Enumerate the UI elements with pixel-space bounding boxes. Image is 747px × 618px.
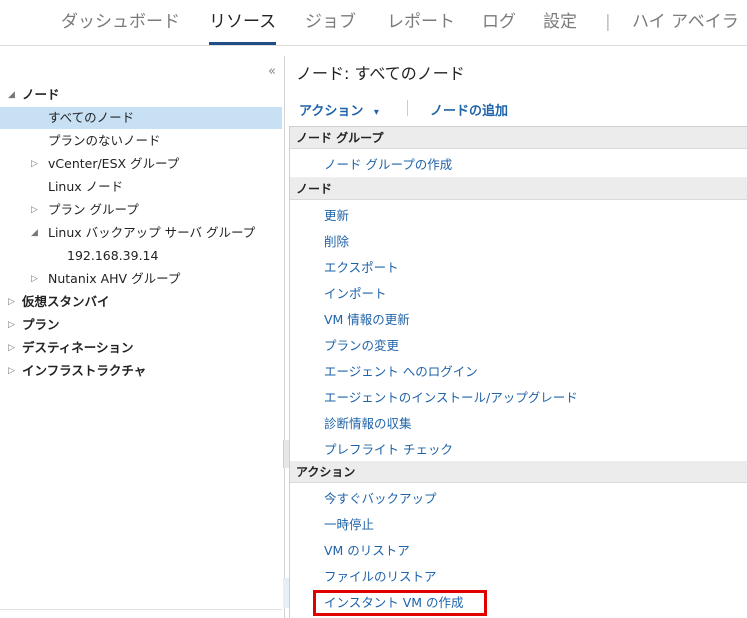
- tab-settings[interactable]: 設定: [543, 6, 577, 38]
- collapsed-triangle-icon[interactable]: ▷: [31, 153, 38, 175]
- tab-jobs[interactable]: ジョブ: [305, 6, 356, 38]
- tab-resources[interactable]: リソース: [209, 6, 277, 45]
- menu-item-backup-now[interactable]: 今すぐバックアップ: [324, 487, 437, 511]
- menu-item-change-plan[interactable]: プランの変更: [324, 334, 399, 358]
- toolbar-divider: [407, 100, 408, 116]
- tree-item-virtual-standby[interactable]: ▷ 仮想スタンバイ: [0, 291, 282, 313]
- menu-item-refresh[interactable]: 更新: [324, 204, 349, 228]
- menu-item-collect-diagnostics[interactable]: 診断情報の収集: [324, 412, 412, 436]
- menu-item-export[interactable]: エクスポート: [324, 256, 399, 280]
- collapse-panel-icon[interactable]: «: [268, 64, 276, 79]
- tree-item-nutanix-ahv-group[interactable]: ▷ Nutanix AHV グループ: [0, 268, 282, 290]
- menu-item-restore-files[interactable]: ファイルのリストア: [324, 565, 437, 589]
- tab-reports[interactable]: レポート: [387, 6, 455, 38]
- collapsed-triangle-icon[interactable]: ▷: [8, 314, 15, 336]
- menu-item-preflight-check[interactable]: プレフライト チェック: [324, 438, 453, 462]
- tree-item-nodes-without-plan[interactable]: プランのないノード: [0, 130, 282, 152]
- menu-item-create-instant-vm[interactable]: インスタント VM の作成: [324, 591, 464, 615]
- menu-item-import[interactable]: インポート: [324, 282, 387, 306]
- tree-item-destinations[interactable]: ▷ デスティネーション: [0, 337, 282, 359]
- top-navigation: ダッシュボード リソース ジョブ レポート ログ 設定 | ハイ アベイラ: [0, 0, 747, 46]
- menu-item-update-vm-info[interactable]: VM 情報の更新: [324, 308, 410, 332]
- tab-high-availability[interactable]: ハイ アベイラ: [632, 6, 739, 38]
- tab-separator: |: [605, 12, 611, 32]
- resource-tree-panel: « ◢ ノード すべてのノード プランのないノード ▷ vCenter/ESX …: [0, 56, 285, 618]
- collapsed-triangle-icon[interactable]: ▷: [8, 337, 15, 359]
- tree-item-all-nodes[interactable]: すべてのノード: [0, 107, 282, 129]
- chevron-down-icon: ▾: [373, 107, 379, 118]
- tree-item-plan-group[interactable]: ▷ プラン グループ: [0, 199, 282, 221]
- tab-logs[interactable]: ログ: [482, 6, 516, 38]
- tree-item-linux-nodes[interactable]: Linux ノード: [0, 176, 282, 198]
- tree-item-linux-server-ip[interactable]: 192.168.39.14: [0, 245, 282, 267]
- add-node-button[interactable]: ノードの追加: [430, 100, 508, 119]
- tree-item-nodes[interactable]: ◢ ノード: [0, 84, 282, 106]
- menu-item-install-upgrade-agent[interactable]: エージェントのインストール/アップグレード: [324, 386, 578, 410]
- actions-dropdown-menu: ノード グループ ノード グループの作成 ノード 更新 削除 エクスポート イン…: [289, 126, 747, 618]
- collapsed-triangle-icon[interactable]: ▷: [31, 199, 38, 221]
- page-title: ノード: すべてのノード: [296, 64, 465, 83]
- tree-item-plans[interactable]: ▷ プラン: [0, 314, 282, 336]
- collapsed-triangle-icon[interactable]: ▷: [8, 291, 15, 313]
- menu-item-agent-login[interactable]: エージェント へのログイン: [324, 360, 478, 384]
- tree-item-vcenter-esx-group[interactable]: ▷ vCenter/ESX グループ: [0, 153, 282, 175]
- toolbar: アクション ▾ ノードの追加: [289, 96, 747, 122]
- tree-item-linux-backup-server-group[interactable]: ◢ Linux バックアップ サーバ グループ: [0, 222, 282, 244]
- actions-label: アクション: [299, 104, 364, 119]
- menu-section-actions: アクション: [290, 461, 747, 483]
- collapsed-triangle-icon[interactable]: ▷: [31, 268, 38, 290]
- tree-item-infrastructure[interactable]: ▷ インフラストラクチャ: [0, 360, 282, 382]
- menu-section-node: ノード: [290, 178, 747, 200]
- menu-item-create-node-group[interactable]: ノード グループの作成: [324, 153, 452, 177]
- actions-dropdown-button[interactable]: アクション ▾: [299, 100, 379, 119]
- expanded-triangle-icon[interactable]: ◢: [31, 222, 38, 244]
- menu-item-delete[interactable]: 削除: [324, 230, 349, 254]
- panel-bottom-edge: [0, 609, 282, 618]
- menu-section-node-group: ノード グループ: [290, 127, 747, 149]
- menu-item-restore-vm[interactable]: VM のリストア: [324, 539, 410, 563]
- menu-item-pause[interactable]: 一時停止: [324, 513, 374, 537]
- collapsed-triangle-icon[interactable]: ▷: [8, 360, 15, 382]
- expanded-triangle-icon[interactable]: ◢: [8, 84, 15, 106]
- tab-dashboard[interactable]: ダッシュボード: [61, 6, 180, 38]
